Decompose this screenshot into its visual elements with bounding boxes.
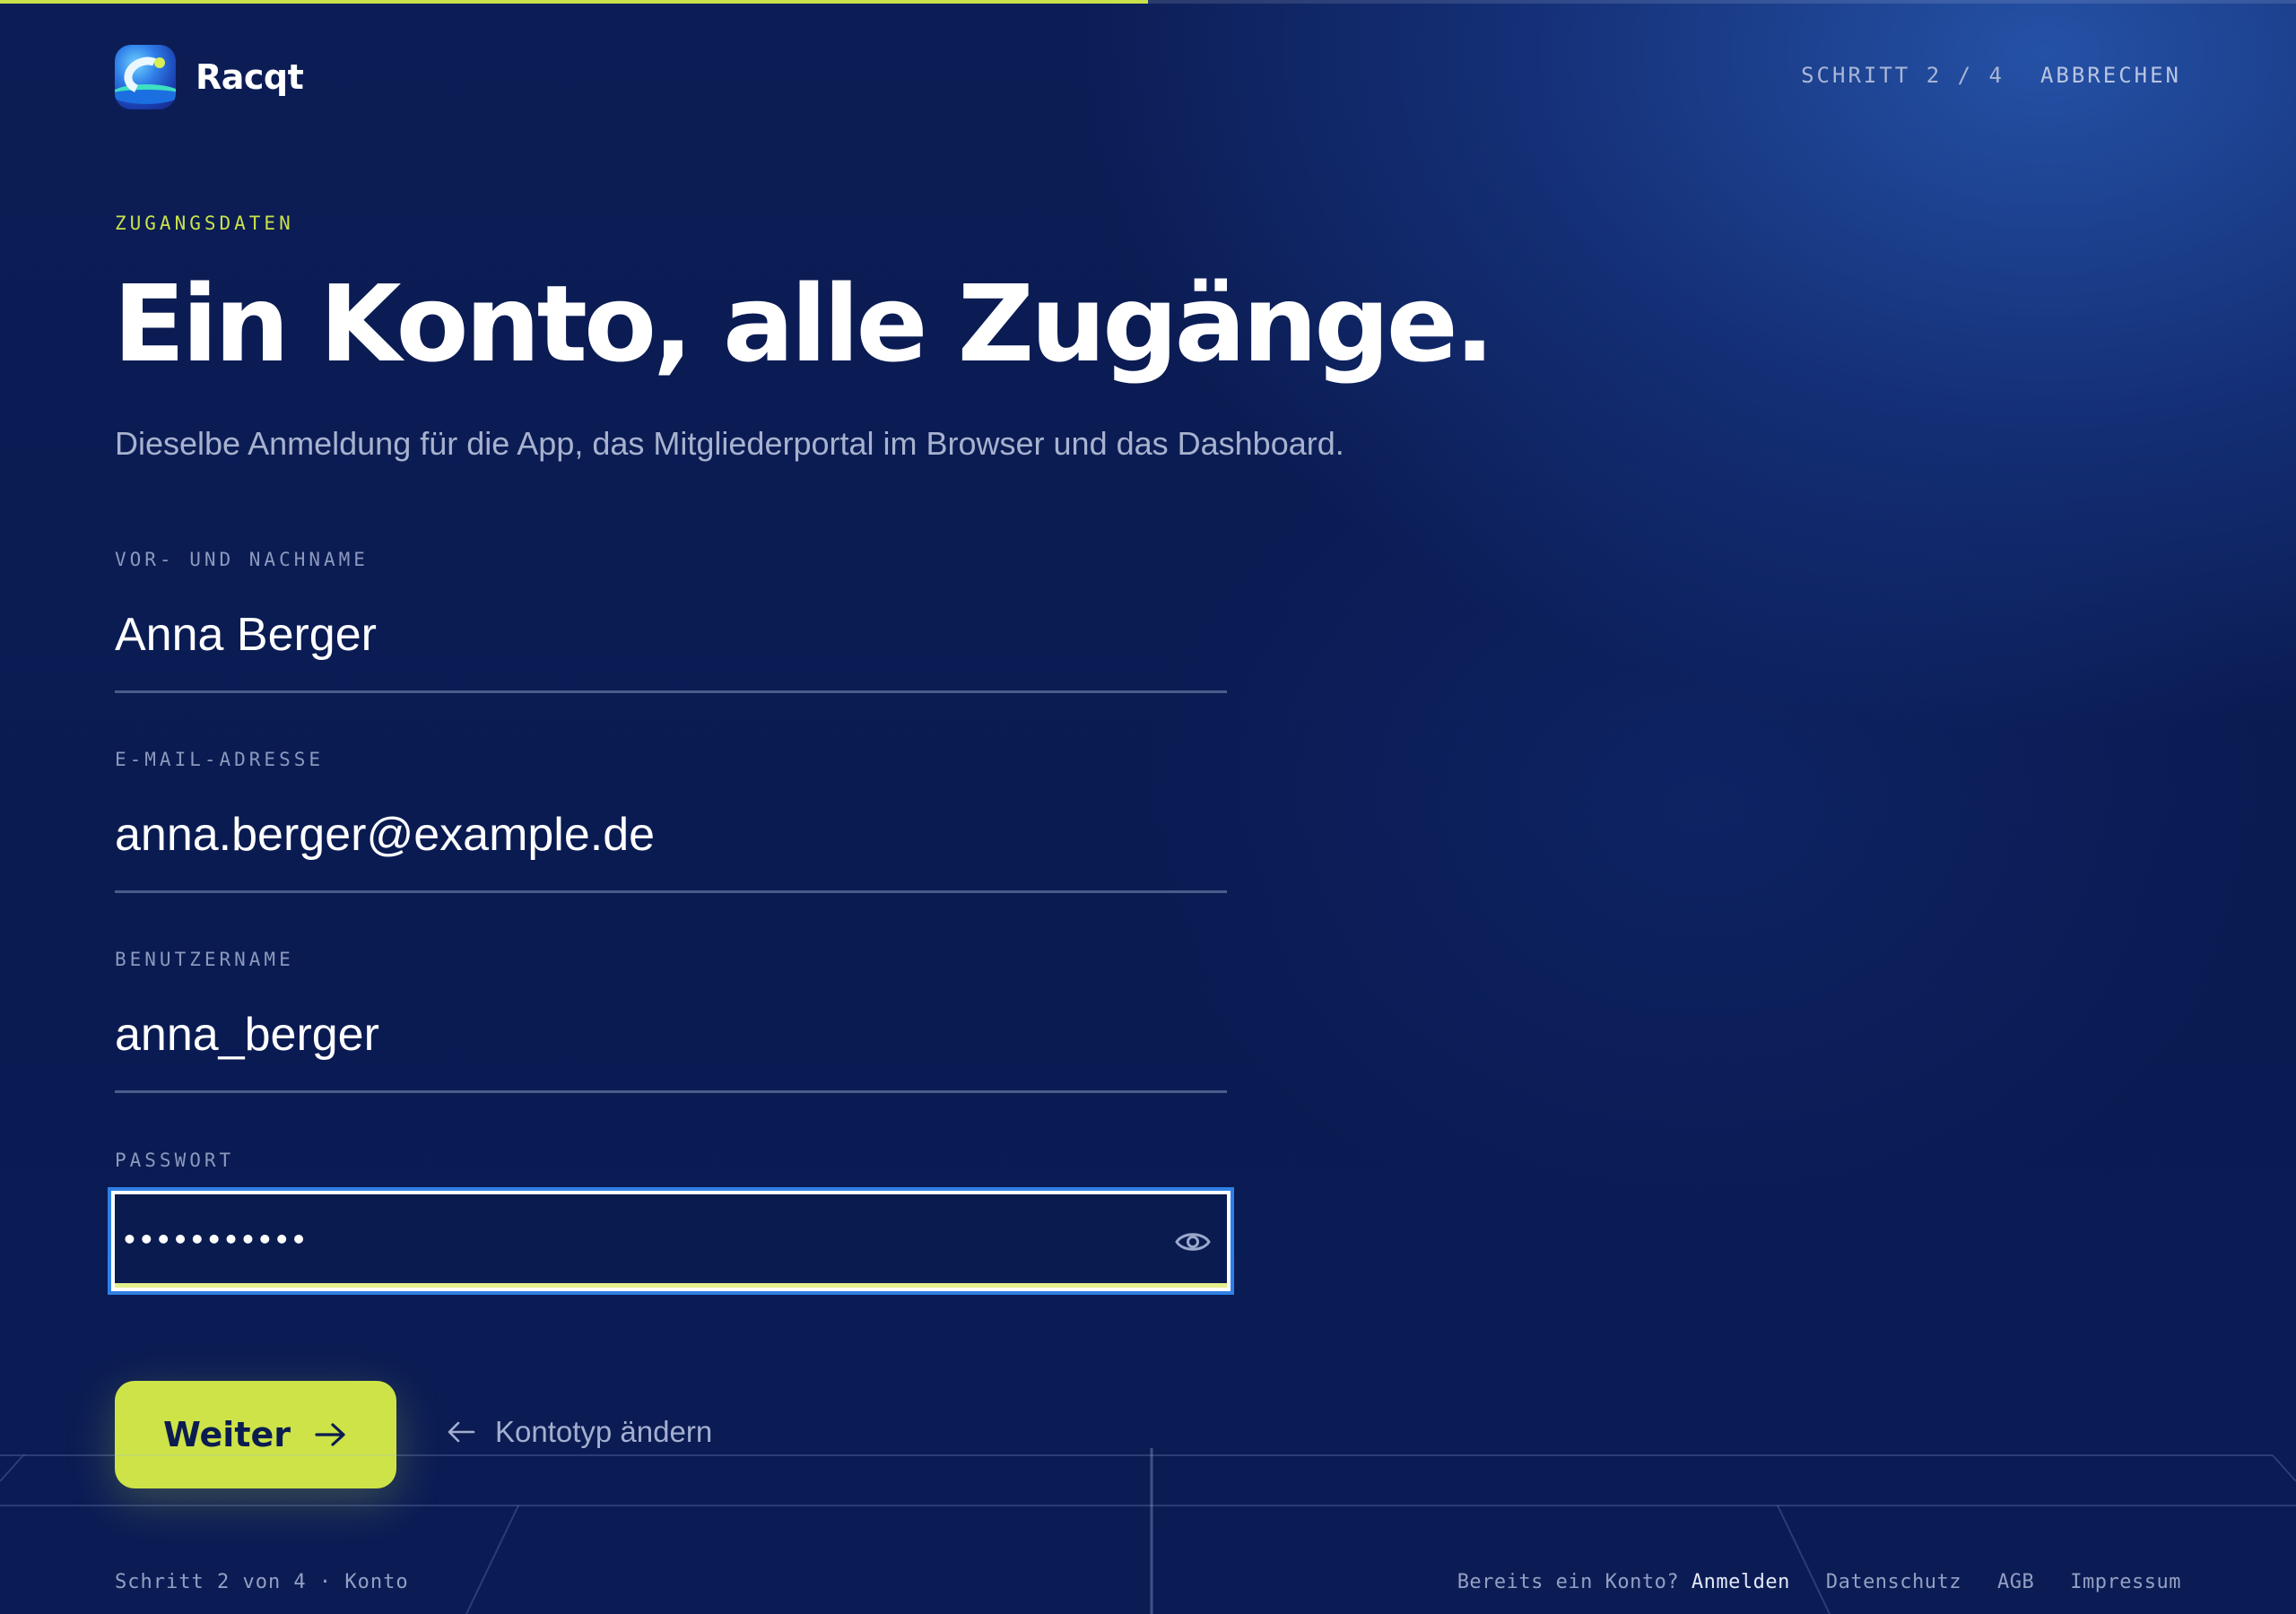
section-eyebrow: ZUGANGSDATEN [115,213,294,234]
name-underline [115,690,1227,693]
email-underline [115,890,1227,893]
login-prompt: Bereits ein Konto? Anmelden [1457,1571,1790,1593]
step-indicator: SCHRITT 2 / 4 [1801,63,2005,88]
signup-page: Racqt SCHRITT 2 / 4 ABBRECHEN ZUGANGSDAT… [0,0,2296,1614]
header-nav: SCHRITT 2 / 4 ABBRECHEN [1801,63,2181,88]
username-label: BENUTZERNAME [115,949,294,970]
password-input[interactable]: ••••••••••• [108,1187,1234,1295]
eye-icon[interactable] [1175,1227,1211,1257]
brand-logo[interactable]: Racqt [115,45,304,109]
footer-step-status: Schritt 2 von 4 · Konto [115,1571,409,1593]
email-field: E-MAIL-ADRESSE anna.berger@example.de [115,749,1227,893]
username-underline [115,1090,1227,1093]
page-title: Ein Konto, alle Zugänge. [113,262,1495,386]
name-label: VOR- UND NACHNAME [115,549,369,570]
username-field: BENUTZERNAME anna_berger [115,949,1227,1093]
password-masked-value: ••••••••••• [122,1224,309,1254]
name-field: VOR- UND NACHNAME Anna Berger [115,549,1227,693]
name-input[interactable]: Anna Berger [115,606,1227,664]
terms-link[interactable]: AGB [1997,1571,2034,1593]
footer-links: Bereits ein Konto? Anmelden Datenschutz … [1457,1571,2181,1593]
username-input[interactable]: anna_berger [115,1006,1227,1063]
cancel-link[interactable]: ABBRECHEN [2040,63,2181,88]
password-label: PASSWORT [115,1150,235,1171]
progress-track [0,0,2296,4]
brand-name: Racqt [196,57,304,97]
page-subtitle: Dieselbe Anmeldung für die App, das Mitg… [115,425,1344,462]
email-input[interactable]: anna.berger@example.de [115,806,1227,863]
have-account-text: Bereits ein Konto? [1457,1571,1692,1593]
racqt-logo-icon [115,45,176,109]
email-label: E-MAIL-ADRESSE [115,749,325,770]
password-focus-underline [115,1283,1227,1288]
login-link[interactable]: Anmelden [1692,1571,1790,1593]
imprint-link[interactable]: Impressum [2070,1571,2181,1593]
privacy-link[interactable]: Datenschutz [1826,1571,1961,1593]
progress-fill [0,0,1148,4]
